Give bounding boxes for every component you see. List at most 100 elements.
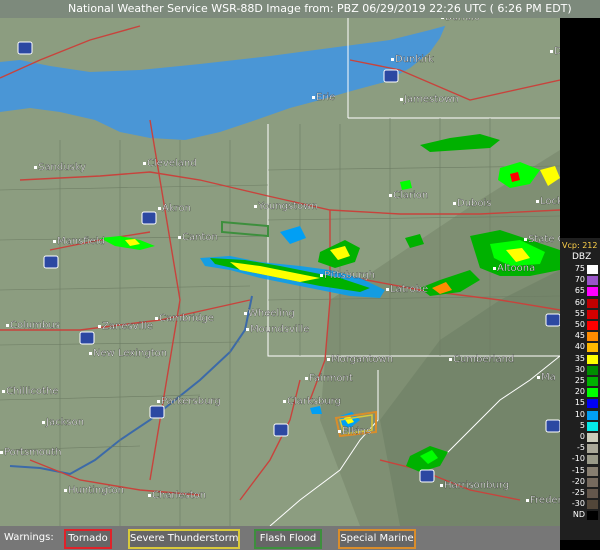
image-title: National Weather Service WSR-88D Image f…	[68, 2, 572, 15]
legend-swatch	[587, 444, 598, 454]
city-dot	[305, 377, 308, 380]
tornado-key-label: Tornado	[68, 533, 108, 544]
legend-row: -25	[560, 488, 600, 499]
legend-value: 10	[574, 409, 585, 419]
legend-value: 5	[579, 420, 585, 430]
legend-swatch	[587, 365, 598, 375]
radar-viewer: National Weather Service WSR-88D Image f…	[0, 0, 600, 550]
city-marker: Pittsburgh	[320, 270, 375, 281]
city-label: Jackson	[45, 417, 84, 428]
legend-swatch	[587, 433, 598, 442]
legend-value: -5	[577, 443, 585, 453]
city-label: Danville	[554, 46, 560, 57]
city-dot	[440, 484, 443, 487]
city-label: Pittsburgh	[324, 270, 375, 281]
city-marker: Buffalo	[441, 12, 480, 23]
legend-row: -10	[560, 454, 600, 465]
city-dot	[537, 376, 540, 379]
legend-value: 15	[574, 398, 585, 408]
interstate-shield-icon	[79, 331, 95, 345]
legend-swatch	[587, 321, 598, 330]
special-marine-key[interactable]: Special Marine	[338, 529, 416, 549]
city-marker: Dunkirk	[391, 54, 434, 65]
city-marker: Jamestown	[400, 94, 459, 105]
city-marker: Morgantown	[327, 354, 393, 365]
city-marker: Youngstown	[254, 201, 318, 212]
severe-thunderstorm-key[interactable]: Severe Thunderstorm	[128, 529, 240, 549]
legend-row: 30	[560, 365, 600, 376]
flash-flood-key[interactable]: Flash Flood	[254, 529, 322, 549]
city-label: Wheeling	[248, 308, 295, 319]
city-dot	[157, 400, 160, 403]
legend-value: 75	[574, 264, 585, 273]
legend-row: 50	[560, 320, 600, 331]
city-marker: Clarion	[389, 190, 428, 201]
city-marker: Wheeling	[244, 308, 295, 319]
city-dot	[98, 325, 101, 328]
legend-row: 25	[560, 376, 600, 387]
tornado-key[interactable]: Tornado	[64, 529, 112, 549]
city-marker: Cumberland	[449, 354, 514, 365]
legend-swatch	[587, 500, 598, 510]
radar-map[interactable]: Buffalo Danville Dunkirk Erie Jamestown Cleve…	[0, 12, 598, 527]
legend-swatch	[587, 265, 598, 274]
city-label: Columbus	[10, 320, 60, 331]
city-marker: New Lexington	[89, 348, 167, 359]
interstate-shield-icon	[419, 469, 435, 483]
legend-value: ND	[572, 510, 585, 520]
reflectivity-legend: Vcp: 212 DBZ 75 70 65 60 55 50 45 40 35 30 25 20 15 1…	[560, 238, 600, 540]
legend-value: -20	[571, 476, 585, 486]
city-dot	[441, 16, 444, 19]
city-label: Cleveland	[147, 158, 197, 169]
city-label: Latrobe	[390, 284, 428, 295]
city-label: Dubois	[457, 198, 492, 209]
city-dot	[148, 494, 151, 497]
legend-swatch	[587, 511, 598, 521]
city-marker: Sandusky	[34, 162, 86, 173]
legend-swatch	[587, 489, 598, 498]
legend-swatch	[587, 477, 598, 487]
city-dot	[244, 312, 247, 315]
city-dot	[320, 274, 323, 277]
city-label: New Lexington	[93, 348, 167, 359]
legend-swatch	[587, 455, 598, 465]
warnings-bar: Warnings: Tornado Severe Thunderstorm Fl…	[0, 526, 560, 550]
city-label: Erie	[316, 92, 335, 103]
city-label: Moundsville	[250, 324, 309, 335]
city-label: Ma	[541, 372, 556, 383]
city-dot	[158, 207, 161, 210]
legend-swatch	[587, 466, 598, 476]
city-label: Jamestown	[403, 94, 459, 105]
city-label: Harrisonburg	[444, 480, 509, 491]
legend-value: 20	[574, 387, 585, 397]
city-label: Parkersburg	[161, 396, 221, 407]
city-label: Portsmouth	[4, 447, 62, 458]
city-label: Clarion	[393, 190, 428, 201]
city-dot	[391, 58, 394, 61]
city-dot	[283, 400, 286, 403]
city-label: State C	[528, 234, 560, 245]
city-marker: Cleveland	[143, 158, 197, 169]
city-marker: Fairmont	[305, 373, 353, 384]
legend-row: 0	[560, 432, 600, 443]
city-label: Frederic	[530, 495, 560, 506]
special-marine-key-label: Special Marine	[340, 533, 414, 544]
interstate-shield-icon	[17, 41, 33, 55]
city-dot	[400, 98, 403, 101]
city-label: Morgantown	[331, 354, 393, 365]
city-label: Dunkirk	[395, 54, 434, 65]
city-dot	[312, 96, 315, 99]
city-dot	[6, 324, 9, 327]
interstate-shield-icon	[149, 405, 165, 419]
city-marker: Huntington	[64, 485, 124, 496]
city-marker: Akron	[158, 203, 191, 214]
legend-row: 15	[560, 398, 600, 409]
city-dot	[143, 162, 146, 165]
legend-swatch	[587, 332, 598, 342]
city-label: Cumberland	[453, 354, 514, 365]
city-marker: Parkersburg	[157, 396, 221, 407]
city-dot	[42, 421, 45, 424]
city-marker: Jackson	[42, 417, 84, 428]
legend-unit: DBZ	[572, 252, 592, 262]
city-dot	[524, 238, 527, 241]
